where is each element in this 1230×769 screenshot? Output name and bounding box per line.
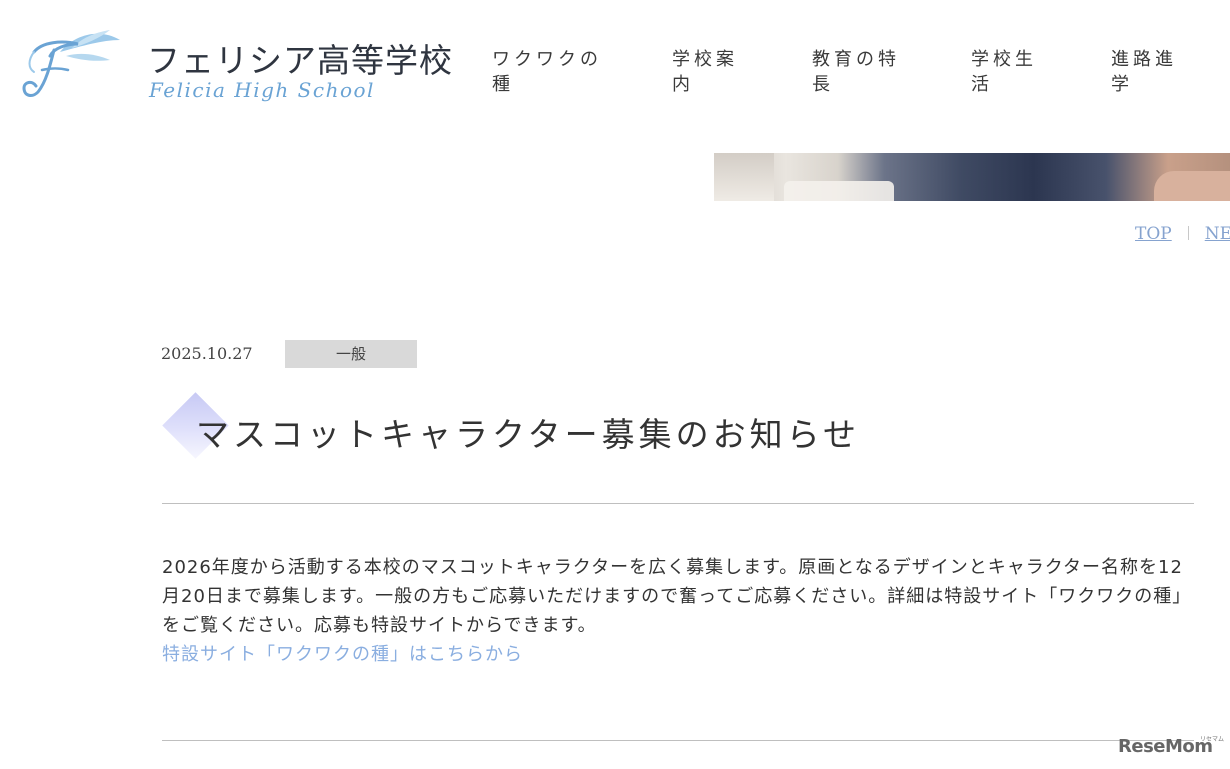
breadcrumb-top-link[interactable]: TOP <box>1135 224 1172 244</box>
breadcrumb: TOP NE <box>1135 224 1230 244</box>
article-heading: マスコットキャラクター募集のお知らせ <box>162 392 1162 462</box>
nav-item-education-features[interactable]: 教育の特長 <box>812 47 907 97</box>
nav-item-career[interactable]: 進路進学 <box>1111 47 1186 97</box>
hero-photo-detail <box>784 181 894 201</box>
article-date: 2025.10.27 <box>161 344 253 363</box>
hero-photo <box>714 153 1230 201</box>
breadcrumb-news-link[interactable]: NE <box>1205 224 1230 244</box>
special-site-link[interactable]: 特設サイト「ワクワクの種」はこちらから <box>162 640 523 669</box>
nav-item-wakuwaku[interactable]: ワクワクの種 <box>492 47 612 97</box>
page: フェリシア高等学校 Felicia High School ワクワクの種 学校案… <box>0 0 1230 769</box>
divider <box>162 503 1194 504</box>
global-nav: ワクワクの種 学校案内 教育の特長 学校生活 進路進学 <box>0 47 1230 107</box>
watermark-text: ReseMom <box>1118 736 1213 757</box>
nav-item-school-life[interactable]: 学校生活 <box>971 47 1046 97</box>
resemom-watermark-logo: ReseMom リセマム <box>1118 734 1225 764</box>
article-title: マスコットキャラクター募集のお知らせ <box>196 415 861 454</box>
watermark-ruby: リセマム <box>1200 736 1225 743</box>
breadcrumb-separator <box>1187 226 1189 240</box>
hero-photo-detail <box>714 153 774 201</box>
category-badge: 一般 <box>285 340 417 368</box>
divider <box>162 740 1194 741</box>
article-body: 2026年度から活動する本校のマスコットキャラクターを広く募集します。原画となる… <box>162 557 1192 636</box>
nav-item-school-guide[interactable]: 学校案内 <box>672 47 747 97</box>
hero-photo-detail <box>1154 171 1230 201</box>
